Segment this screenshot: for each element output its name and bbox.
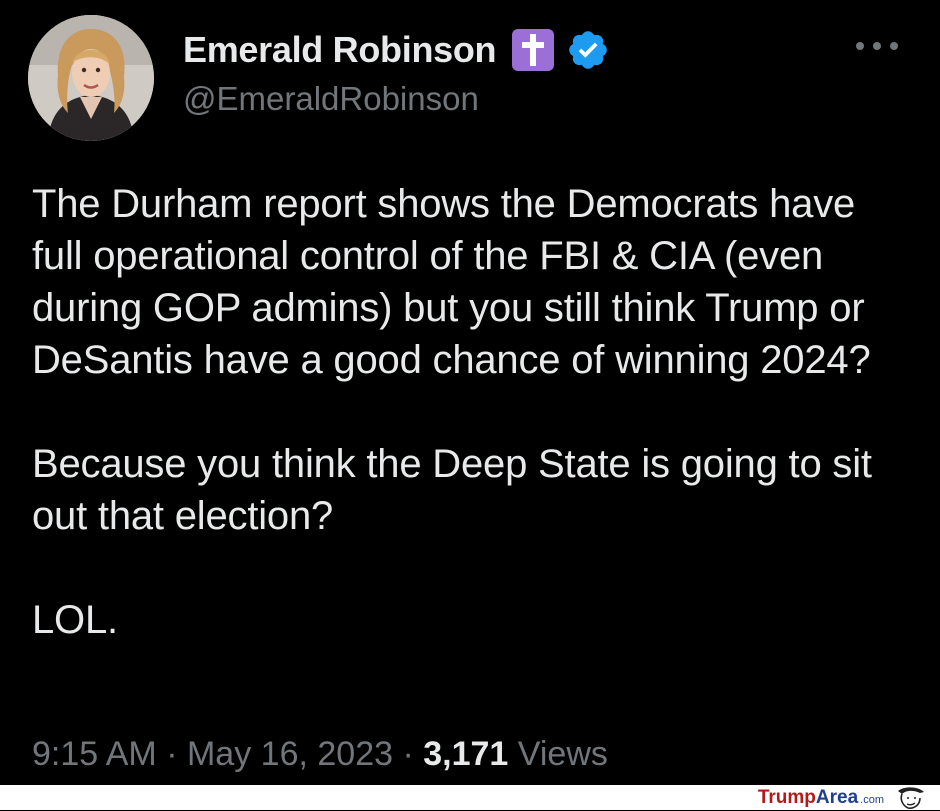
avatar[interactable] xyxy=(28,15,154,141)
verified-badge-icon[interactable] xyxy=(566,28,610,72)
views-count: 3,171 xyxy=(423,735,509,773)
watermark-bar: TrumpArea .com xyxy=(0,785,940,810)
tweet-paragraph: The Durham report shows the Democrats ha… xyxy=(32,182,871,382)
tweet-time[interactable]: 9:15 AM xyxy=(32,735,157,773)
author-display-name[interactable]: Emerald Robinson xyxy=(183,29,497,71)
watermark-area: Area xyxy=(815,787,859,808)
tweet-text: The Durham report shows the Democrats ha… xyxy=(32,178,912,646)
watermark-text: TrumpArea .com xyxy=(758,787,884,811)
author-handle[interactable]: @EmeraldRobinson xyxy=(183,80,479,118)
tweet-date[interactable]: May 16, 2023 xyxy=(187,735,393,773)
watermark-trump: Trump xyxy=(757,787,816,808)
watermark-com: .com xyxy=(860,794,884,806)
tweet-paragraph: LOL. xyxy=(32,598,118,642)
meta-separator: · xyxy=(166,735,178,773)
views-label: Views xyxy=(517,735,608,773)
more-options-icon[interactable] xyxy=(856,38,898,54)
tweet-paragraph: Because you think the Deep State is goin… xyxy=(32,442,872,538)
tweet-card: Emerald Robinson @EmeraldRobinson The Du… xyxy=(0,0,940,785)
latin-cross-icon xyxy=(512,29,555,71)
tweet-meta: 9:15 AM · May 16, 2023 · 3,171 Views xyxy=(32,735,608,774)
meta-separator: · xyxy=(402,735,414,773)
trump-caricature-icon xyxy=(898,787,924,809)
author-name-row: Emerald Robinson xyxy=(183,25,610,75)
